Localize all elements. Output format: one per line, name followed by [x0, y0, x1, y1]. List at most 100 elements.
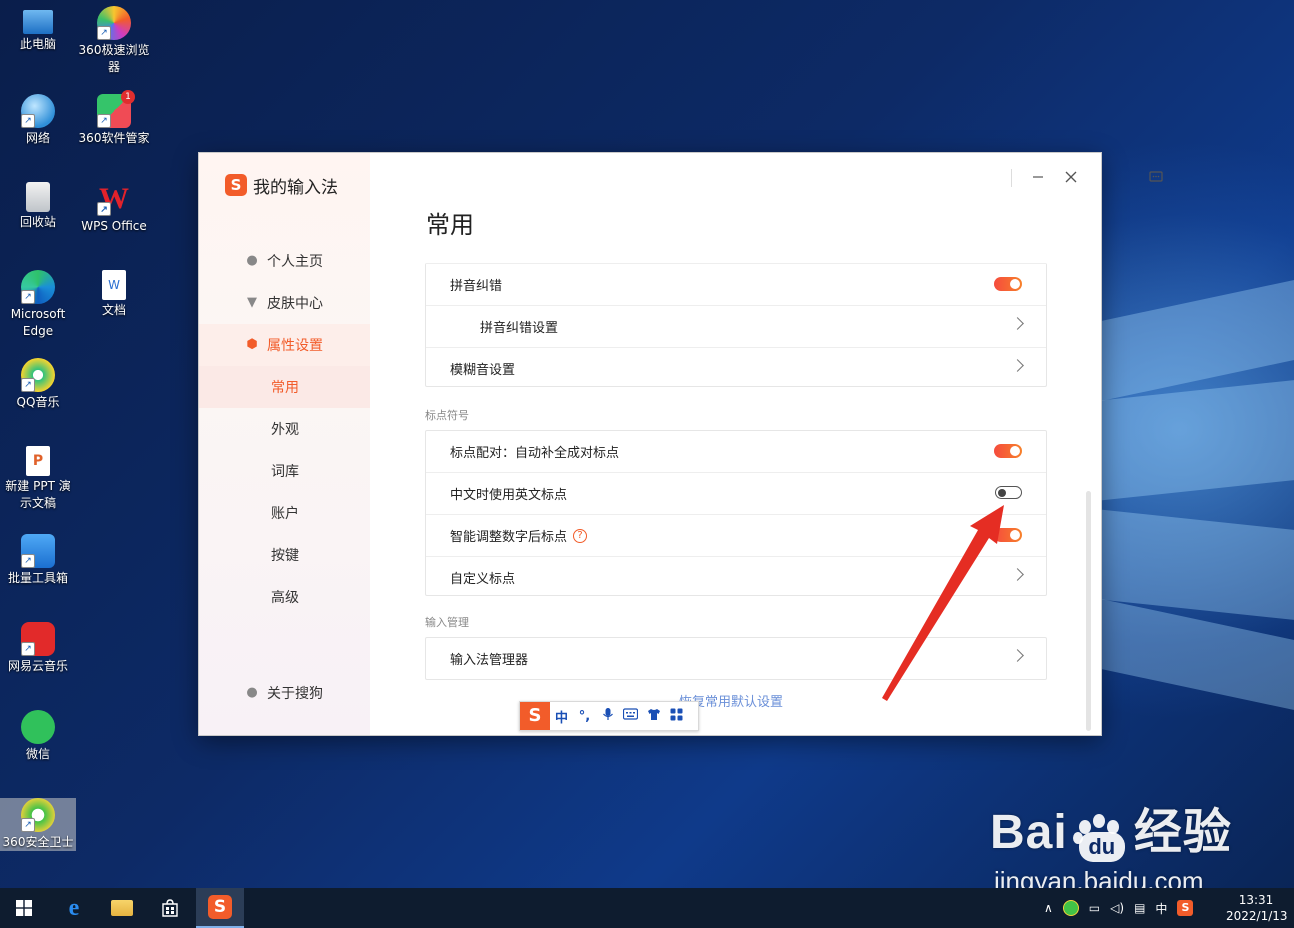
- nav-item-settings[interactable]: ⬢ 属性设置: [199, 324, 370, 366]
- ppt-document-icon: P: [26, 446, 50, 476]
- desktop-icon-this-pc[interactable]: 此电脑: [0, 6, 76, 53]
- nav-item-about[interactable]: ● 关于搜狗: [199, 672, 370, 714]
- nav-item-skins[interactable]: ▼ 皮肤中心: [199, 282, 370, 324]
- shortcut-arrow-icon: ↗: [97, 114, 111, 128]
- setting-row-custom-punct[interactable]: 自定义标点: [426, 557, 1046, 598]
- setting-row-ime-manager[interactable]: 输入法管理器: [426, 638, 1046, 679]
- setting-row-punct-pairing: 标点配对：自动补全成对标点: [426, 431, 1046, 473]
- close-icon: [1065, 171, 1077, 183]
- windows-logo-icon: [16, 900, 32, 916]
- nav-sub-account[interactable]: 账户: [199, 492, 370, 534]
- close-button[interactable]: [1061, 169, 1081, 189]
- nav-label: 账户: [271, 506, 299, 522]
- english-punct-toggle[interactable]: [995, 486, 1022, 499]
- info-icon: ●: [246, 685, 258, 700]
- tray-language-indicator[interactable]: 中: [1155, 900, 1167, 917]
- tray-chevron-up-icon[interactable]: ∧: [1044, 901, 1053, 915]
- taskbar-store[interactable]: [146, 888, 194, 928]
- taskbar-sogou[interactable]: S: [196, 888, 244, 928]
- taskbar-file-explorer[interactable]: [98, 888, 146, 928]
- shirt-icon: ▼: [247, 295, 257, 310]
- taskbar-edge[interactable]: e: [50, 888, 98, 928]
- punctuation-mode-button[interactable]: °,: [573, 709, 596, 724]
- taskbar: e S ∧ ▭ ◁) ▤ 中 S 13:31 2022/1/13: [0, 888, 1294, 928]
- desktop-icon-wechat[interactable]: 微信: [0, 710, 76, 763]
- nav-item-profile[interactable]: ● 个人主页: [199, 240, 370, 282]
- clock-date: 2022/1/13: [1226, 909, 1288, 923]
- nav-sub-appearance[interactable]: 外观: [199, 408, 370, 450]
- wps-logo-icon: W ↗: [97, 182, 129, 216]
- setting-row-pinyin-correction-settings[interactable]: 拼音纠错设置: [426, 306, 1046, 348]
- taskbar-clock[interactable]: 13:31 2022/1/13: [1226, 892, 1288, 924]
- nav-sub-advanced[interactable]: 高级: [199, 576, 370, 618]
- voice-input-button[interactable]: [596, 707, 619, 725]
- keyboard-icon: [622, 708, 639, 720]
- help-icon[interactable]: ?: [573, 528, 588, 543]
- edge-icon: e: [68, 894, 80, 921]
- desktop-icon-label: 微信: [25, 747, 50, 761]
- recycle-bin-icon: [26, 182, 50, 212]
- computer-icon: [23, 10, 53, 34]
- desktop-icon-netease-music[interactable]: ↗ 网易云音乐: [0, 622, 76, 675]
- tray-notes-icon[interactable]: ▤: [1134, 901, 1145, 915]
- desktop-icon-360-browser[interactable]: ↗ 360极速浏览器: [76, 6, 152, 76]
- pinyin-correction-toggle[interactable]: [994, 277, 1022, 291]
- browser-360-icon: ↗: [97, 6, 131, 40]
- desktop-icon-label: 网易云音乐: [7, 659, 68, 673]
- edge-browser-icon: ↗: [21, 270, 55, 304]
- tray-network-icon[interactable]: ▭: [1089, 901, 1100, 915]
- setting-row-fuzzy-pinyin[interactable]: 模糊音设置: [426, 348, 1046, 389]
- toolbox-button[interactable]: [665, 708, 688, 725]
- setting-label: 标点配对：自动补全成对标点: [450, 446, 620, 461]
- desktop-icon-360-security[interactable]: ↗ 360安全卫士: [0, 798, 76, 851]
- desktop-icon-ppt[interactable]: P 新建 PPT 演示文稿: [0, 446, 76, 512]
- desktop-icon-qq-music[interactable]: ↗ QQ音乐: [0, 358, 76, 411]
- desktop-icon-label: Microsoft Edge: [10, 307, 66, 338]
- nav-label: 个人主页: [267, 254, 323, 270]
- scrollbar-thumb[interactable]: [1086, 491, 1091, 731]
- nav-label: 按键: [271, 548, 299, 564]
- desktop-icon-batch-tools[interactable]: ↗ 批量工具箱: [0, 534, 76, 587]
- section-label-punctuation: 标点符号: [425, 409, 469, 422]
- setting-label: 智能调整数字后标点: [450, 530, 568, 545]
- system-tray: ∧ ▭ ◁) ▤ 中 S: [1044, 888, 1194, 928]
- desktop-icon-network[interactable]: ↗ 网络: [0, 94, 76, 147]
- soft-keyboard-button[interactable]: [619, 708, 642, 724]
- minimize-button[interactable]: [1028, 169, 1048, 189]
- desktop-icon-wps[interactable]: W ↗ WPS Office: [76, 182, 152, 235]
- nav-label: 皮肤中心: [267, 296, 323, 312]
- skin-button[interactable]: [642, 708, 665, 725]
- desktop-icon-recycle-bin[interactable]: 回收站: [0, 182, 76, 231]
- start-button[interactable]: [0, 888, 48, 928]
- nav-sub-keys[interactable]: 按键: [199, 534, 370, 576]
- toolbox-icon: ↗: [21, 534, 55, 568]
- tray-360-icon[interactable]: [1062, 900, 1079, 916]
- folder-icon: [111, 900, 133, 916]
- tray-sogou-icon[interactable]: S: [1177, 900, 1194, 916]
- main-panel: 常用 拼音纠错 拼音纠错设置 模糊音设置 标点符号 标点配对：自动补全成对标点: [370, 153, 1163, 735]
- paw-toe: [1092, 814, 1105, 828]
- nav-sub-common[interactable]: 常用: [199, 366, 370, 408]
- desktop-icon-label: 360极速浏览器: [78, 43, 150, 74]
- nav-sub-dictionary[interactable]: 词库: [199, 450, 370, 492]
- shortcut-arrow-icon: ↗: [97, 26, 111, 40]
- sogou-logo-icon[interactable]: S: [520, 702, 550, 730]
- desktop-icon-label: WPS Office: [81, 219, 147, 233]
- titlebar-divider: [1011, 169, 1012, 187]
- feedback-button[interactable]: [1146, 169, 1166, 189]
- chevron-right-icon: [1011, 568, 1024, 581]
- desktop-icon-document[interactable]: W 文档: [76, 270, 152, 319]
- brand: S 我的输入法: [225, 173, 338, 198]
- punct-pairing-toggle[interactable]: [994, 444, 1022, 458]
- feedback-icon: [1149, 171, 1163, 182]
- desktop-icon-360-software[interactable]: 1 ↗ 360软件管家: [76, 90, 152, 147]
- baidu-watermark: Bai du 经验 jingyan.baidu.com: [990, 792, 1232, 896]
- setting-label: 自定义标点: [450, 572, 516, 587]
- chinese-mode-button[interactable]: 中: [550, 707, 573, 726]
- tray-volume-icon[interactable]: ◁): [1110, 901, 1124, 915]
- settings-group-pinyin: 拼音纠错 拼音纠错设置 模糊音设置: [425, 263, 1047, 387]
- desktop-icon-edge[interactable]: ↗ Microsoft Edge: [0, 270, 76, 340]
- setting-label: 拼音纠错设置: [480, 321, 559, 336]
- setting-row-english-punct: 中文时使用英文标点: [426, 473, 1046, 515]
- smart-number-punct-toggle[interactable]: [994, 528, 1022, 542]
